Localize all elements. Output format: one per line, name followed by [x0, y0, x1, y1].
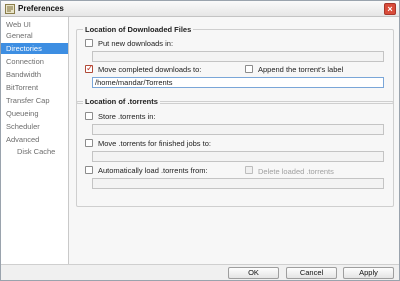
dialog-footer: OK Cancel Apply — [1, 264, 399, 280]
move-completed-label: Move completed downloads to: — [98, 65, 202, 74]
move-finished-path-input[interactable] — [92, 151, 384, 162]
store-torrents-path-input[interactable] — [92, 124, 384, 135]
put-new-label: Put new downloads in: — [98, 39, 174, 48]
sidebar-item-general[interactable]: General — [1, 30, 68, 41]
window-title: Preferences — [18, 4, 64, 13]
delete-loaded-label: Delete loaded .torrents — [258, 167, 334, 176]
move-completed-checkbox[interactable] — [85, 63, 94, 74]
close-icon[interactable]: × — [384, 3, 396, 15]
move-finished-label: Move .torrents for finished jobs to: — [98, 139, 211, 148]
preferences-window: Preferences × Web UI General Directories… — [0, 0, 400, 281]
sidebar-item-directories[interactable]: Directories — [1, 43, 68, 54]
move-completed-path-input[interactable]: /home/mandar/Torrents — [92, 77, 384, 88]
append-label-checkbox[interactable] — [245, 65, 253, 73]
sidebar-item-queueing[interactable]: Queueing — [1, 108, 68, 119]
sidebar-item-transfer-cap[interactable]: Transfer Cap — [1, 95, 68, 106]
move-finished-checkbox[interactable] — [85, 139, 93, 147]
put-new-checkbox[interactable] — [85, 39, 93, 47]
preferences-icon — [5, 4, 15, 14]
store-torrents-label: Store .torrents in: — [98, 112, 156, 121]
sidebar-item-bandwidth[interactable]: Bandwidth — [1, 69, 68, 80]
store-torrents-checkbox[interactable] — [85, 112, 93, 120]
torrents-location-group: Location of .torrents Store .torrents in… — [76, 97, 394, 207]
sidebar-item-connection[interactable]: Connection — [1, 56, 68, 67]
sidebar-item-disk-cache[interactable]: Disk Cache — [1, 146, 68, 157]
cancel-button[interactable]: Cancel — [286, 267, 337, 279]
autoload-checkbox[interactable] — [85, 166, 93, 174]
append-label-label: Append the torrent's label — [258, 65, 344, 74]
apply-button[interactable]: Apply — [343, 267, 394, 279]
sidebar-item-web-ui[interactable]: Web UI — [1, 19, 68, 30]
sidebar-item-bittorrent[interactable]: BitTorrent — [1, 82, 68, 93]
sidebar-item-advanced[interactable]: Advanced — [1, 134, 68, 145]
sidebar-item-scheduler[interactable]: Scheduler — [1, 121, 68, 132]
downloaded-files-title: Location of Downloaded Files — [83, 25, 194, 34]
directories-panel: Location of Downloaded Files Put new dow… — [69, 17, 399, 264]
ok-button[interactable]: OK — [228, 267, 279, 279]
downloaded-files-group: Location of Downloaded Files Put new dow… — [76, 25, 394, 104]
sidebar: Web UI General Directories Connection Ba… — [1, 17, 69, 264]
autoload-label: Automatically load .torrents from: — [98, 166, 208, 175]
put-new-path-input[interactable] — [92, 51, 384, 62]
delete-loaded-checkbox[interactable] — [245, 166, 253, 174]
title-bar: Preferences × — [1, 1, 399, 17]
torrents-location-title: Location of .torrents — [83, 97, 160, 106]
autoload-path-input[interactable] — [92, 178, 384, 189]
